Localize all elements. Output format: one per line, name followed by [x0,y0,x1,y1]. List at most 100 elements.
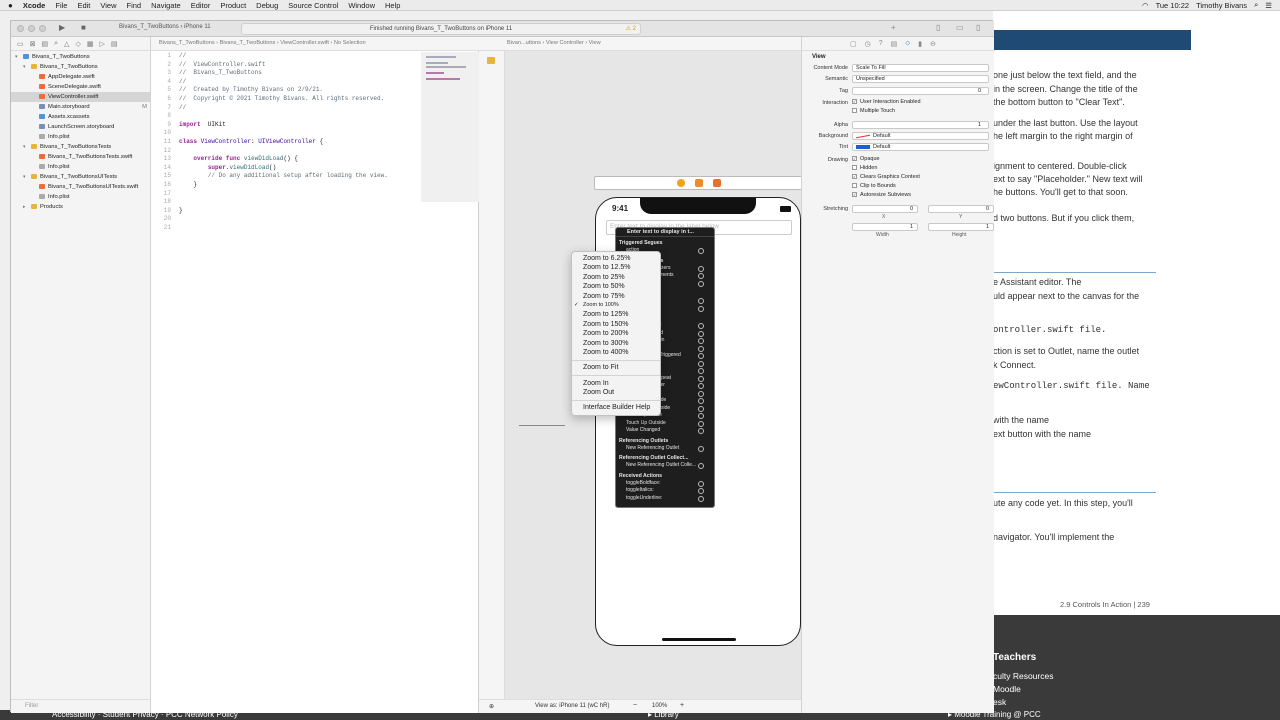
menu-navigate[interactable]: Navigate [151,1,181,10]
menu-debug[interactable]: Debug [256,1,278,10]
code-line[interactable]: 12 [151,147,421,156]
footer-link[interactable]: esk [993,697,1006,707]
stretch-x-field[interactable]: 0 [852,205,918,213]
menu-source-control[interactable]: Source Control [288,1,338,10]
code-editor[interactable]: Bivans_T_TwoButtons › Bivans_T_TwoButton… [151,37,479,713]
zoom-menu-item[interactable]: Zoom to 100% [572,301,660,311]
footer-link[interactable]: culty Resources [993,671,1053,681]
code-line[interactable]: 9 import UIKit [151,121,421,130]
view-controller-icon[interactable] [677,179,685,187]
menu-file[interactable]: File [55,1,67,10]
view-as-label[interactable]: View as: iPhone 11 (wC hR) [535,703,609,709]
hud-connection-row[interactable]: New Referencing Outlet [616,445,714,453]
disclosure-triangle-icon[interactable]: ▾ [23,62,31,72]
hud-connection-row[interactable]: Touch Up Outside [616,420,714,428]
hud-connection-row[interactable]: toggleItalics: [616,487,714,495]
zoom-out-button[interactable]: − [633,702,637,709]
issue-icon[interactable]: △ [64,40,69,48]
connections-icon[interactable]: ⊖ [930,40,936,48]
code-line[interactable]: 13 override func viewDidLoad() { [151,155,421,164]
code-line[interactable]: 1 // [151,52,421,61]
code-line[interactable]: 4 // [151,78,421,87]
test-icon[interactable]: ◇ [75,40,80,48]
wifi-icon[interactable]: ◠ [1142,1,1149,10]
code-line[interactable]: 10 [151,129,421,138]
menu-help[interactable]: Help [385,1,400,10]
hidden-checkbox[interactable]: Hidden [852,165,877,171]
stretch-y-field[interactable]: 0 [928,205,994,213]
file-tree-row[interactable]: ▾ Bivans_T_TwoButtonsTests [11,142,151,152]
document-outline-strip[interactable] [479,51,505,699]
multiple-touch-checkbox[interactable]: Multiple Touch [852,108,895,114]
history-icon[interactable]: ◷ [865,40,871,48]
first-responder-icon[interactable] [695,179,703,187]
minimize-window-button[interactable] [28,25,35,32]
zoom-menu-item[interactable]: Zoom to 400% [572,348,660,357]
breakpoint-icon[interactable]: ▷ [99,40,104,48]
file-tree-row[interactable]: ▾ Bivans_T_TwoButtons [11,52,151,62]
zoom-menu-item[interactable]: Zoom to 300% [572,339,660,348]
debug-icon[interactable]: ▦ [87,40,94,48]
disclosure-triangle-icon[interactable]: ▾ [23,172,31,182]
zoom-in-button[interactable]: + [680,702,684,709]
menu-editor[interactable]: Editor [191,1,211,10]
menu-app[interactable]: Xcode [23,1,46,10]
zoom-menu-item[interactable]: Zoom to 50% [572,282,660,291]
file-tree-row[interactable]: Bivans_T_TwoButtonsTests.swift [11,152,151,162]
zoom-menu-item[interactable]: Interface Builder Help [572,403,660,412]
file-tree-row[interactable]: ▾ Bivans_T_TwoButtons [11,62,151,72]
zoom-menu-item[interactable]: Zoom to 12.5% [572,263,660,272]
zoom-menu-item[interactable]: Zoom to 6.25% [572,254,660,263]
menu-edit[interactable]: Edit [77,1,90,10]
content-mode-popup[interactable]: Scale To Fill [852,64,989,72]
warning-badge[interactable]: ⚠ 2 [626,24,636,34]
disclosure-triangle-icon[interactable]: ▾ [23,142,31,152]
disclosure-triangle-icon[interactable]: ▸ [23,202,31,212]
menu-product[interactable]: Product [220,1,246,10]
menu-list-icon[interactable]: ☰ [1265,1,1272,10]
user-interaction-checkbox[interactable]: ✓ User Interaction Enabled [852,99,921,105]
zoom-menu-item[interactable]: Zoom to 125% [572,310,660,319]
clock[interactable]: Tue 10:22 [1156,1,1190,10]
help-icon[interactable]: ? [879,40,883,47]
code-line[interactable]: 15 // Do any additional setup after load… [151,172,421,181]
folder-icon[interactable]: ▭ [17,40,24,48]
tint-popup[interactable]: Default [852,143,989,151]
autoresize-checkbox[interactable]: ✓ Autoresize Subviews [852,192,911,198]
code-line[interactable]: 11 class ViewController: UIViewController… [151,138,421,147]
attributes-icon[interactable]: ⬦ [905,40,910,48]
file-tree-row[interactable]: Info.plist [11,162,151,172]
file-tree-row[interactable]: SceneDelegate.swift [11,82,151,92]
clip-bounds-checkbox[interactable]: Clip to Bounds [852,183,896,189]
file-tree-row[interactable]: Info.plist [11,132,151,142]
file-tree-row[interactable]: Main.storyboard M [11,102,151,112]
tag-field[interactable]: 0 [852,87,989,95]
zoom-menu-item[interactable]: Zoom to 25% [572,273,660,282]
footer-link[interactable]: Moodle [993,684,1021,694]
stretch-height-field[interactable]: 1 [928,223,994,231]
apple-icon[interactable]: ● [8,1,13,10]
scheme-selector[interactable]: Bivans_T_TwoButtons › iPhone 11 [119,24,229,34]
navigator-filter[interactable]: Filter [11,699,151,713]
alpha-field[interactable]: 1 [852,121,989,129]
close-window-button[interactable] [17,25,24,32]
code-line[interactable]: 2 // ViewController.swift [151,61,421,70]
library-button[interactable]: + [891,23,896,32]
code-line[interactable]: 3 // Bivans_T_TwoButtons [151,69,421,78]
file-tree-row[interactable]: Assets.xcassets [11,112,151,122]
code-line[interactable]: 5 // Created by Timothy Bivans on 2/9/21. [151,86,421,95]
identity-icon[interactable]: ▤ [891,40,898,48]
hud-connection-row[interactable]: toggleBoldface: [616,480,714,488]
stop-button[interactable]: ■ [81,23,86,32]
code-line[interactable]: 16 } [151,181,421,190]
background-popup[interactable]: Default [852,132,989,140]
file-inspector-icon[interactable]: ▢ [850,40,857,48]
code-line[interactable]: 6 // Copyright © 2021 Timothy Bivans. All… [151,95,421,104]
zoom-menu-item[interactable]: Zoom to Fit [572,363,660,372]
zoom-menu-item[interactable]: Zoom to 75% [572,292,660,301]
interface-builder-canvas[interactable]: 9:41 Enter text to display in the label … [505,51,804,699]
source-control-icon[interactable]: ⊠ [30,40,36,48]
toggle-navigator-icon[interactable]: ▯ [936,23,940,32]
run-button[interactable]: ▶ [59,23,65,32]
file-tree-row[interactable]: ▸ Products [11,202,151,212]
